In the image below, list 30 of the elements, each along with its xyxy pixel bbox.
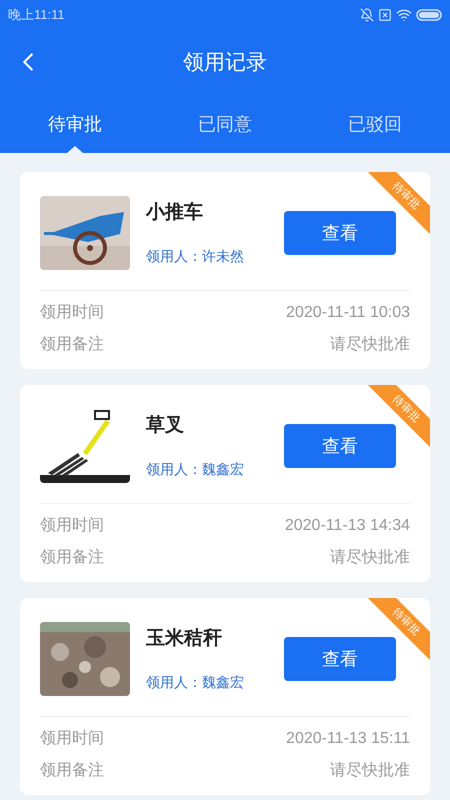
page-title: 领用记录: [183, 50, 267, 76]
item-name: 小推车: [146, 200, 204, 226]
time-value: 2020-11-11 10:03: [286, 303, 410, 323]
note-value: 请尽快批准: [330, 760, 410, 781]
view-button[interactable]: 查看: [284, 424, 396, 468]
note-label: 领用备注: [40, 760, 104, 781]
note-value: 请尽快批准: [330, 548, 410, 568]
view-button[interactable]: 查看: [284, 211, 396, 255]
note-label: 领用备注: [40, 334, 104, 355]
battery-icon: [416, 9, 442, 21]
tab[interactable]: 已同意: [150, 96, 300, 153]
item-name: 草叉: [146, 414, 185, 438]
item-name: 玉米秸秆: [146, 627, 223, 652]
note-label: 领用备注: [40, 548, 104, 568]
applicant-text: 领用人：魏鑫宏: [146, 672, 245, 692]
wifi-icon: [396, 7, 412, 23]
tab[interactable]: 待审批: [0, 96, 150, 153]
note-value: 请尽快批准: [330, 334, 410, 355]
time-label: 领用时间: [40, 516, 104, 536]
view-button[interactable]: 查看: [284, 637, 396, 681]
applicant-text: 领用人：魏鑫宏: [146, 460, 245, 479]
time-value: 2020-11-13 14:34: [284, 516, 410, 536]
tab-indicator-icon: [67, 146, 83, 153]
time-label: 领用时间: [40, 302, 104, 323]
time-label: 领用时间: [40, 728, 104, 749]
tab[interactable]: 已驳回: [300, 96, 450, 153]
time-value: 2020-11-13 15:11: [286, 729, 410, 749]
mute-icon: [360, 8, 374, 22]
status-time: 晚上11:11: [8, 6, 65, 24]
applicant-text: 领用人：许未然: [146, 246, 245, 266]
